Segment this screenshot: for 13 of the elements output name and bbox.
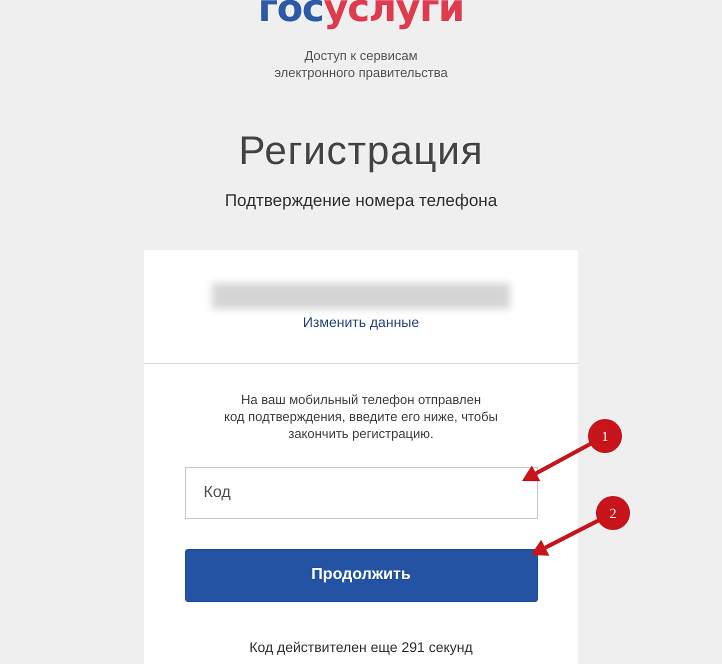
number-badge: 1: [588, 419, 622, 453]
tagline: Доступ к сервисам электронного правительства: [273, 47, 449, 81]
number-badge: 2: [596, 496, 630, 530]
annotation-arrow: [522, 442, 592, 482]
page-title: Регистрация: [238, 128, 484, 174]
info-message: На ваш мобильный телефон отправлен код подтверждения, введите его ниже, чтобы закончить регистрацию.: [223, 390, 499, 442]
page-subtitle: Подтверждение номера телефона: [224, 190, 498, 212]
logo: госуслуги: [257, 0, 465, 27]
change-data-link[interactable]: Изменить данные: [302, 314, 420, 330]
code-input-field[interactable]: Код: [184, 466, 538, 518]
continue-button[interactable]: Продолжить: [184, 548, 538, 602]
annotation-arrow: [531, 518, 600, 556]
timer-text: Код действителен еще 291 секунд: [249, 638, 473, 654]
